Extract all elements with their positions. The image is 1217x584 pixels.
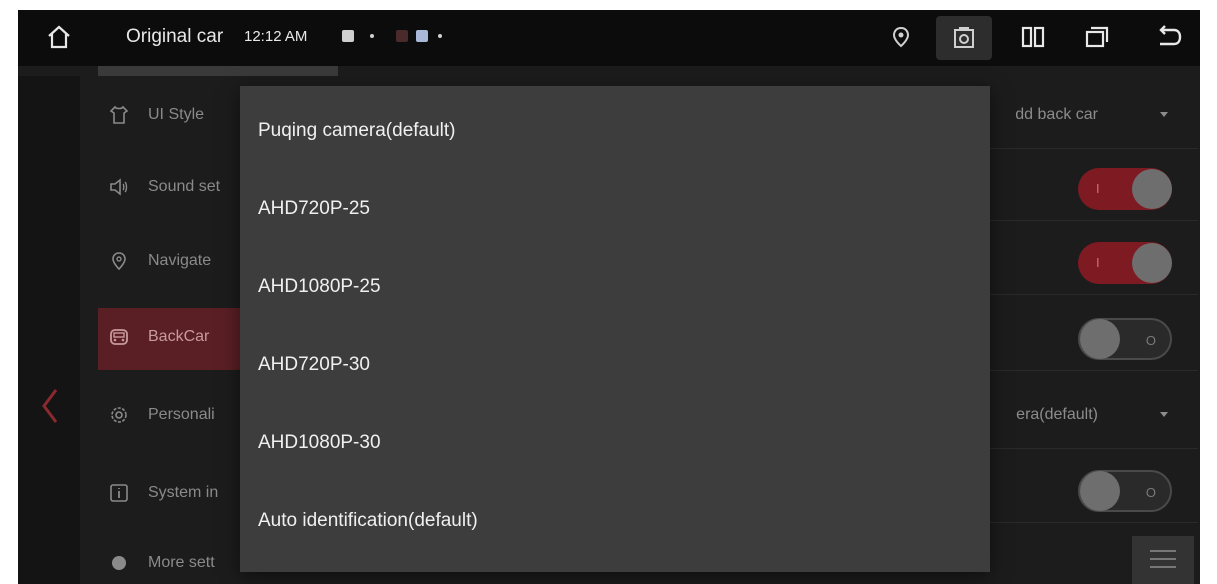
popup-option[interactable]: Auto identification(default)	[240, 482, 990, 560]
shirt-icon	[109, 105, 129, 124]
sidebar-item-label: Sound set	[148, 178, 221, 195]
toggle-off-mark: O	[1145, 333, 1156, 348]
menu-button[interactable]	[1132, 536, 1194, 584]
gps-icon	[892, 26, 910, 48]
location-pin-icon	[112, 252, 126, 271]
sidebar-item-label: BackCar	[148, 328, 210, 345]
clock: 12:12 AM	[244, 28, 308, 45]
toggle-on-mark: I	[1096, 181, 1100, 196]
toggle-switch[interactable]: I	[1078, 242, 1172, 284]
split-screen-icon[interactable]	[1018, 22, 1048, 52]
sidebar-item-label: Navigate	[148, 252, 212, 269]
status-bar: Original car 12:12 AM	[18, 10, 1200, 66]
sidebar-item-label: UI Style	[148, 106, 205, 123]
chevron-down-icon	[1160, 412, 1168, 417]
notification-dot	[370, 34, 374, 38]
toggle-switch[interactable]: O	[1078, 318, 1172, 360]
notification-icon	[396, 30, 408, 42]
menu-line	[1150, 566, 1176, 568]
toggle-knob	[1132, 243, 1172, 283]
screenshot-icon	[954, 27, 974, 48]
car-icon	[110, 329, 128, 345]
chevron-left-icon[interactable]	[38, 386, 62, 426]
toggle-knob	[1080, 471, 1120, 511]
left-nav-rail	[18, 76, 80, 584]
row-value: dd back car	[1015, 106, 1098, 123]
sidebar-item-label: More sett	[148, 554, 215, 571]
info-icon	[110, 484, 128, 502]
row-value: era(default)	[1016, 406, 1098, 423]
menu-line	[1150, 558, 1176, 560]
popup-option[interactable]: AHD1080P-30	[240, 404, 990, 482]
app-notification-icon	[416, 30, 428, 42]
notification-icon	[342, 30, 354, 42]
toggle-switch[interactable]: I	[1078, 168, 1172, 210]
popup-option-label: AHD720P-25	[258, 198, 370, 219]
popup-option-label: AHD1080P-30	[258, 432, 381, 453]
toggle-off-mark: O	[1145, 485, 1156, 500]
toggle-knob	[1080, 319, 1120, 359]
more-icon	[112, 556, 126, 570]
popup-option-label: AHD1080P-25	[258, 276, 381, 297]
toggle-switch[interactable]: O	[1078, 470, 1172, 512]
sidebar-item-label: Personali	[148, 406, 215, 423]
popup-option[interactable]: AHD720P-25	[240, 170, 990, 248]
toggle-on-mark: I	[1096, 255, 1100, 270]
sidebar-item-label: System in	[148, 484, 219, 501]
popup-option[interactable]: AHD1080P-25	[240, 248, 990, 326]
menu-line	[1150, 550, 1176, 552]
app-title: Original car	[126, 26, 224, 47]
popup-option[interactable]: AHD720P-30	[240, 326, 990, 404]
chevron-down-icon	[1160, 112, 1168, 117]
camera-format-popup: Puqing camera(default) AHD720P-25 AHD108…	[240, 86, 990, 572]
popup-option-label: Auto identification(default)	[258, 510, 478, 531]
tab-indicator	[98, 66, 338, 76]
device-frame: Original car 12:12 AM UI Style Sound set…	[0, 0, 1217, 584]
popup-option[interactable]: Puqing camera(default)	[240, 92, 990, 170]
speaker-icon	[110, 178, 128, 196]
home-icon[interactable]	[46, 24, 72, 50]
popup-option-label: Puqing camera(default)	[258, 120, 456, 141]
back-icon[interactable]	[1154, 22, 1184, 52]
notification-dot	[438, 34, 442, 38]
recent-apps-icon[interactable]	[1082, 22, 1112, 52]
car-head-unit-screen: Original car 12:12 AM UI Style Sound set…	[18, 10, 1200, 584]
screenshot-button[interactable]	[936, 16, 992, 60]
gear-icon	[111, 407, 127, 423]
toggle-knob	[1132, 169, 1172, 209]
popup-option-label: AHD720P-30	[258, 354, 370, 375]
